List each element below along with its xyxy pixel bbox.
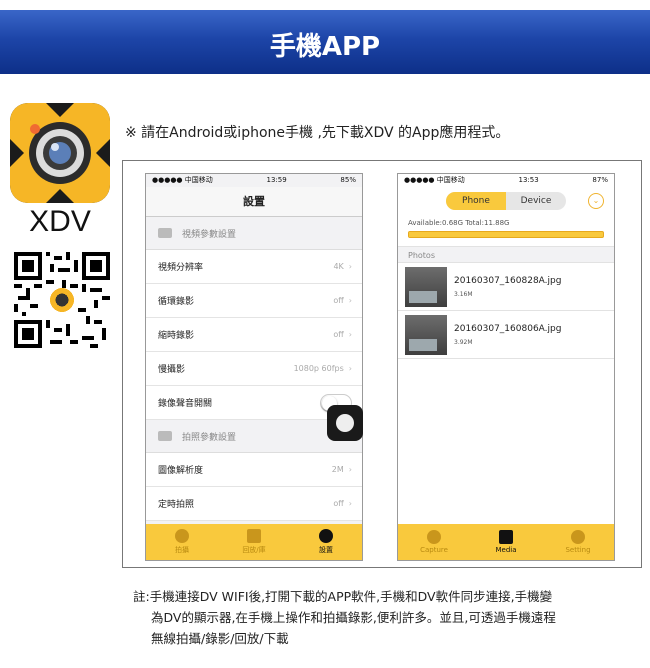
chevron-down-icon[interactable]: ⌄ [588, 193, 604, 209]
phone2-tab-bar: Capture Media Setting [398, 524, 614, 560]
camera-lens-icon [427, 530, 441, 544]
tab-label: 拍攝 [175, 546, 189, 554]
row-label: 錄像聲音開關 [158, 399, 213, 409]
settings-row-slow-motion[interactable]: 慢攝影 1080p 60fps › [146, 352, 362, 386]
tab-label: Capture [420, 546, 448, 554]
file-size: 3.16M [454, 290, 473, 298]
tab-media[interactable]: Media [470, 524, 542, 560]
photo-thumbnail [405, 314, 447, 355]
qr-code [14, 252, 110, 348]
header-banner: 手機APP [0, 10, 650, 74]
xdv-app-icon [10, 103, 110, 203]
note-line-2: 為DV的顯示器,在手機上操作和拍攝錄影,便利許多。並且,可透過手機遠程 [151, 610, 556, 625]
photo-section-label: 拍照參數設置 [182, 432, 237, 443]
clock-label: 13:59 [266, 176, 287, 184]
row-value: 2M [331, 465, 344, 474]
storage-progress-bar [408, 231, 604, 238]
gear-icon [319, 529, 333, 543]
storage-info: Available:0.68G Total:11.88G [408, 219, 510, 227]
phone-media-screen: ●●●●● 中国移动 13:53 87% Phone Device ⌄ Avai… [397, 173, 615, 561]
tab-label: 回放/庫 [242, 546, 266, 554]
camera-lens-icon [175, 529, 189, 543]
row-label: 慢攝影 [158, 365, 186, 375]
play-icon [247, 529, 261, 543]
play-icon [499, 530, 513, 544]
file-name: 20160307_160828A.jpg [454, 275, 562, 286]
clock-label: 13:53 [518, 176, 539, 184]
settings-row-resolution[interactable]: 視頻分辨率 4K › [146, 250, 362, 284]
settings-title: 設置 [146, 187, 362, 217]
row-label: 圖像解析度 [158, 466, 204, 476]
tab-label: Media [495, 546, 517, 554]
file-row[interactable]: 20160307_160828A.jpg 3.16M [398, 263, 614, 311]
settings-row-image-resolution[interactable]: 圖像解析度 2M › [146, 453, 362, 487]
photos-section-header: Photos [398, 246, 614, 263]
carrier-label: ●●●●● 中国移动 [404, 176, 465, 184]
settings-row-timelapse[interactable]: 縮時錄影 off › [146, 318, 362, 352]
row-value: 4K [333, 262, 344, 271]
tab-capture[interactable]: 拍攝 [146, 524, 218, 560]
segment-phone[interactable]: Phone [446, 192, 506, 210]
note-line-1: 註:手機連接DV WIFI後,打開下載的APP軟件,手機和DV軟件同步連接,手機… [133, 589, 553, 604]
status-bar: ●●●●● 中国移动 13:59 85% [146, 174, 362, 187]
row-value: off [333, 330, 344, 339]
gear-icon [571, 530, 585, 544]
row-label: 循環錄影 [158, 297, 195, 307]
app-name-label: XDV [29, 205, 91, 238]
assistive-touch-button[interactable] [327, 405, 363, 441]
phone1-tab-bar: 拍攝 回放/庫 設置 [146, 524, 362, 560]
phone-settings-screen: ●●●●● 中国移动 13:59 85% 設置 視頻參數設置 視頻分辨率 4K ›… [145, 173, 363, 561]
chevron-right-icon: › [348, 499, 352, 508]
usage-note: 註:手機連接DV WIFI後,打開下載的APP軟件,手機和DV軟件同步連接,手機… [133, 586, 633, 649]
tab-capture[interactable]: Capture [398, 524, 470, 560]
page-title: 手機APP [269, 32, 381, 62]
tab-playback[interactable]: 回放/庫 [218, 524, 290, 560]
row-label: 縮時錄影 [158, 331, 195, 341]
file-size: 3.92M [454, 338, 473, 346]
chevron-right-icon: › [348, 330, 352, 339]
settings-row-loop-record[interactable]: 循環錄影 off › [146, 284, 362, 318]
battery-label: 85% [340, 176, 356, 184]
video-camera-icon [158, 228, 172, 238]
row-label: 視頻分辨率 [158, 263, 204, 273]
note-line-3: 無線拍攝/錄影/回放/下載 [151, 631, 289, 646]
battery-label: 87% [592, 176, 608, 184]
segment-device[interactable]: Device [506, 192, 566, 210]
row-value: off [333, 296, 344, 305]
row-value: off [333, 499, 344, 508]
tab-label: Setting [565, 546, 591, 554]
row-label: 定時拍照 [158, 500, 195, 510]
intro-text: ※ 請在Android或iphone手機 ,先下載XDV 的App應用程式。 [125, 125, 510, 141]
tab-settings[interactable]: 設置 [290, 524, 362, 560]
status-bar: ●●●●● 中国移动 13:53 87% [398, 174, 614, 187]
settings-row-timed-photo[interactable]: 定時拍照 off › [146, 487, 362, 521]
camera-icon [158, 431, 172, 441]
tab-label: 設置 [319, 546, 333, 554]
carrier-label: ●●●●● 中国移动 [152, 176, 213, 184]
chevron-right-icon: › [348, 296, 352, 305]
photo-thumbnail [405, 266, 447, 307]
chevron-right-icon: › [348, 262, 352, 271]
tab-setting[interactable]: Setting [542, 524, 614, 560]
file-row[interactable]: 20160307_160806A.jpg 3.92M [398, 311, 614, 359]
video-settings-section: 視頻參數設置 [146, 217, 362, 250]
video-section-label: 視頻參數設置 [182, 229, 237, 240]
file-name: 20160307_160806A.jpg [454, 323, 562, 334]
row-value: 1080p 60fps [293, 364, 344, 373]
source-switch: Phone Device ⌄ [398, 187, 614, 215]
chevron-right-icon: › [348, 465, 352, 474]
chevron-right-icon: › [348, 364, 352, 373]
